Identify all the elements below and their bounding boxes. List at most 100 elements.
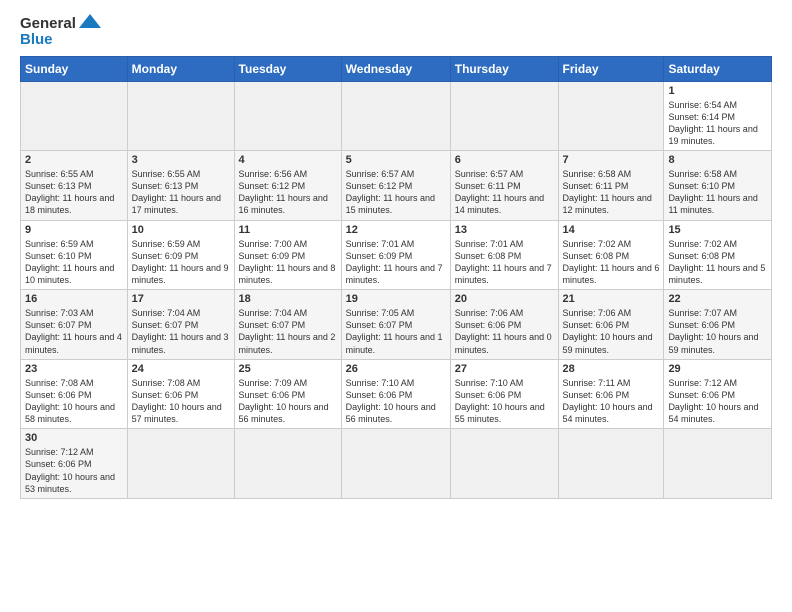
calendar-day: 4 Sunrise: 6:56 AM Sunset: 6:12 PM Daylig… [234,151,341,221]
calendar-day [21,81,128,151]
day-info: Sunrise: 7:04 AM Sunset: 6:07 PM Dayligh… [132,307,230,356]
day-info: Sunrise: 7:04 AM Sunset: 6:07 PM Dayligh… [239,307,337,356]
day-info: Sunrise: 6:58 AM Sunset: 6:10 PM Dayligh… [668,168,767,217]
day-info: Sunrise: 7:08 AM Sunset: 6:06 PM Dayligh… [132,377,230,426]
day-number: 24 [132,363,230,375]
day-number: 5 [346,154,446,166]
calendar-day: 19 Sunrise: 7:05 AM Sunset: 6:07 PM Dayli… [341,290,450,360]
day-number: 6 [455,154,554,166]
day-number: 8 [668,154,767,166]
calendar-day: 21 Sunrise: 7:06 AM Sunset: 6:06 PM Dayli… [558,290,664,360]
weekday-header-saturday: Saturday [664,56,772,81]
day-info: Sunrise: 6:58 AM Sunset: 6:11 PM Dayligh… [563,168,660,217]
calendar-day: 23Sunrise: 7:08 AM Sunset: 6:06 PM Dayli… [21,359,128,429]
day-number: 18 [239,293,337,305]
day-info: Sunrise: 7:10 AM Sunset: 6:06 PM Dayligh… [455,377,554,426]
day-number: 16 [25,293,123,305]
day-number: 26 [346,363,446,375]
day-number: 11 [239,224,337,236]
calendar-day: 1 Sunrise: 6:54 AM Sunset: 6:14 PM Daylig… [664,81,772,151]
calendar-day: 30Sunrise: 7:12 AM Sunset: 6:06 PM Dayli… [21,429,128,499]
logo-container: General Blue [20,16,101,48]
day-number: 2 [25,154,123,166]
calendar-table: SundayMondayTuesdayWednesdayThursdayFrid… [20,56,772,499]
day-info: Sunrise: 6:55 AM Sunset: 6:13 PM Dayligh… [132,168,230,217]
calendar-day: 16 Sunrise: 7:03 AM Sunset: 6:07 PM Dayli… [21,290,128,360]
header: General Blue [20,16,772,48]
day-info: Sunrise: 6:57 AM Sunset: 6:11 PM Dayligh… [455,168,554,217]
calendar-day: 9Sunrise: 6:59 AM Sunset: 6:10 PM Daylig… [21,220,128,290]
calendar-day: 13Sunrise: 7:01 AM Sunset: 6:08 PM Dayli… [450,220,558,290]
calendar-day [450,81,558,151]
day-info: Sunrise: 7:12 AM Sunset: 6:06 PM Dayligh… [668,377,767,426]
day-info: Sunrise: 7:09 AM Sunset: 6:06 PM Dayligh… [239,377,337,426]
logo-text-block: General Blue [20,16,76,48]
day-info: Sunrise: 7:00 AM Sunset: 6:09 PM Dayligh… [239,238,337,287]
calendar-day: 28 Sunrise: 7:11 AM Sunset: 6:06 PM Dayli… [558,359,664,429]
calendar-day [558,429,664,499]
day-info: Sunrise: 7:03 AM Sunset: 6:07 PM Dayligh… [25,307,123,356]
day-number: 12 [346,224,446,236]
calendar-day: 18 Sunrise: 7:04 AM Sunset: 6:07 PM Dayli… [234,290,341,360]
calendar-day: 7 Sunrise: 6:58 AM Sunset: 6:11 PM Daylig… [558,151,664,221]
calendar-day [127,81,234,151]
day-info: Sunrise: 6:59 AM Sunset: 6:09 PM Dayligh… [132,238,230,287]
day-number: 4 [239,154,337,166]
calendar-day [664,429,772,499]
day-info: Sunrise: 7:07 AM Sunset: 6:06 PM Dayligh… [668,307,767,356]
day-info: Sunrise: 7:02 AM Sunset: 6:08 PM Dayligh… [563,238,660,287]
day-info: Sunrise: 7:02 AM Sunset: 6:08 PM Dayligh… [668,238,767,287]
day-info: Sunrise: 7:05 AM Sunset: 6:07 PM Dayligh… [346,307,446,356]
logo-triangle-icon [79,14,101,42]
logo-general: General [20,16,76,32]
day-info: Sunrise: 7:12 AM Sunset: 6:06 PM Dayligh… [25,446,123,495]
day-info: Sunrise: 7:01 AM Sunset: 6:09 PM Dayligh… [346,238,446,287]
calendar-day: 20 Sunrise: 7:06 AM Sunset: 6:06 PM Dayli… [450,290,558,360]
calendar-day: 29 Sunrise: 7:12 AM Sunset: 6:06 PM Dayli… [664,359,772,429]
day-number: 22 [668,293,767,305]
day-info: Sunrise: 7:06 AM Sunset: 6:06 PM Dayligh… [563,307,660,356]
calendar-day: 12 Sunrise: 7:01 AM Sunset: 6:09 PM Dayli… [341,220,450,290]
calendar-header-row: SundayMondayTuesdayWednesdayThursdayFrid… [21,56,772,81]
calendar-day: 27 Sunrise: 7:10 AM Sunset: 6:06 PM Dayli… [450,359,558,429]
calendar-day: 3Sunrise: 6:55 AM Sunset: 6:13 PM Daylig… [127,151,234,221]
weekday-header-tuesday: Tuesday [234,56,341,81]
calendar-week-6: 30Sunrise: 7:12 AM Sunset: 6:06 PM Dayli… [21,429,772,499]
day-info: Sunrise: 7:06 AM Sunset: 6:06 PM Dayligh… [455,307,554,356]
day-number: 25 [239,363,337,375]
calendar-day [558,81,664,151]
weekday-header-sunday: Sunday [21,56,128,81]
day-number: 28 [563,363,660,375]
logo: General Blue [20,16,101,48]
calendar-day: 22 Sunrise: 7:07 AM Sunset: 6:06 PM Dayli… [664,290,772,360]
calendar-week-3: 9Sunrise: 6:59 AM Sunset: 6:10 PM Daylig… [21,220,772,290]
day-info: Sunrise: 6:54 AM Sunset: 6:14 PM Dayligh… [668,99,767,148]
calendar-day: 10Sunrise: 6:59 AM Sunset: 6:09 PM Dayli… [127,220,234,290]
calendar-day: 8 Sunrise: 6:58 AM Sunset: 6:10 PM Daylig… [664,151,772,221]
day-number: 21 [563,293,660,305]
calendar-day: 6 Sunrise: 6:57 AM Sunset: 6:11 PM Daylig… [450,151,558,221]
day-number: 14 [563,224,660,236]
calendar-day: 11 Sunrise: 7:00 AM Sunset: 6:09 PM Dayli… [234,220,341,290]
logo-blue: Blue [20,32,76,48]
calendar-day [450,429,558,499]
day-number: 20 [455,293,554,305]
day-number: 15 [668,224,767,236]
day-info: Sunrise: 6:55 AM Sunset: 6:13 PM Dayligh… [25,168,123,217]
day-number: 1 [668,85,767,97]
day-number: 9 [25,224,123,236]
day-info: Sunrise: 6:56 AM Sunset: 6:12 PM Dayligh… [239,168,337,217]
day-number: 29 [668,363,767,375]
calendar-week-2: 2 Sunrise: 6:55 AM Sunset: 6:13 PM Daylig… [21,151,772,221]
day-number: 19 [346,293,446,305]
calendar-week-4: 16 Sunrise: 7:03 AM Sunset: 6:07 PM Dayli… [21,290,772,360]
day-number: 7 [563,154,660,166]
calendar-day: 17Sunrise: 7:04 AM Sunset: 6:07 PM Dayli… [127,290,234,360]
calendar-day [341,429,450,499]
day-info: Sunrise: 7:11 AM Sunset: 6:06 PM Dayligh… [563,377,660,426]
calendar-day [127,429,234,499]
weekday-header-thursday: Thursday [450,56,558,81]
day-info: Sunrise: 7:10 AM Sunset: 6:06 PM Dayligh… [346,377,446,426]
day-number: 27 [455,363,554,375]
calendar-day: 24 Sunrise: 7:08 AM Sunset: 6:06 PM Dayli… [127,359,234,429]
